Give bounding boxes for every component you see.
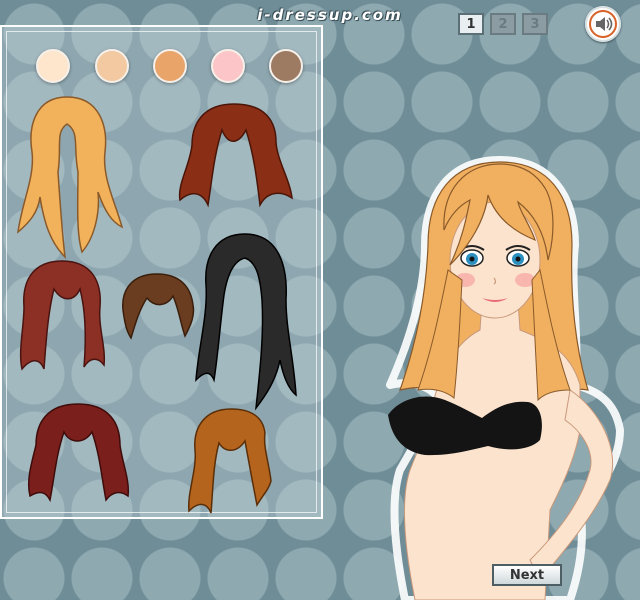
hair-option-red-shoulder[interactable] <box>14 257 109 377</box>
skin-swatch-4[interactable] <box>211 49 245 83</box>
skin-swatch-5[interactable] <box>269 49 303 83</box>
skin-swatch-3[interactable] <box>153 49 187 83</box>
hair-option-short-brown[interactable] <box>117 270 197 342</box>
speaker-icon <box>589 10 617 38</box>
skin-swatch-2[interactable] <box>95 49 129 83</box>
skin-swatch-1[interactable] <box>36 49 70 83</box>
page-nav: 1 2 3 <box>458 13 548 35</box>
page-2-button[interactable]: 2 <box>490 13 516 35</box>
hair-option-long-black[interactable] <box>190 230 300 415</box>
sound-toggle-button[interactable] <box>585 6 621 42</box>
page-3-button[interactable]: 3 <box>522 13 548 35</box>
dressup-model <box>386 156 624 600</box>
next-button[interactable]: Next <box>492 564 562 586</box>
hair-option-long-blonde[interactable] <box>10 92 125 262</box>
hair-option-copper-wavy[interactable] <box>183 405 273 517</box>
hair-option-auburn-bob[interactable] <box>172 100 297 210</box>
hair-option-dark-red-curly[interactable] <box>22 400 134 505</box>
page-1-button[interactable]: 1 <box>458 13 484 35</box>
